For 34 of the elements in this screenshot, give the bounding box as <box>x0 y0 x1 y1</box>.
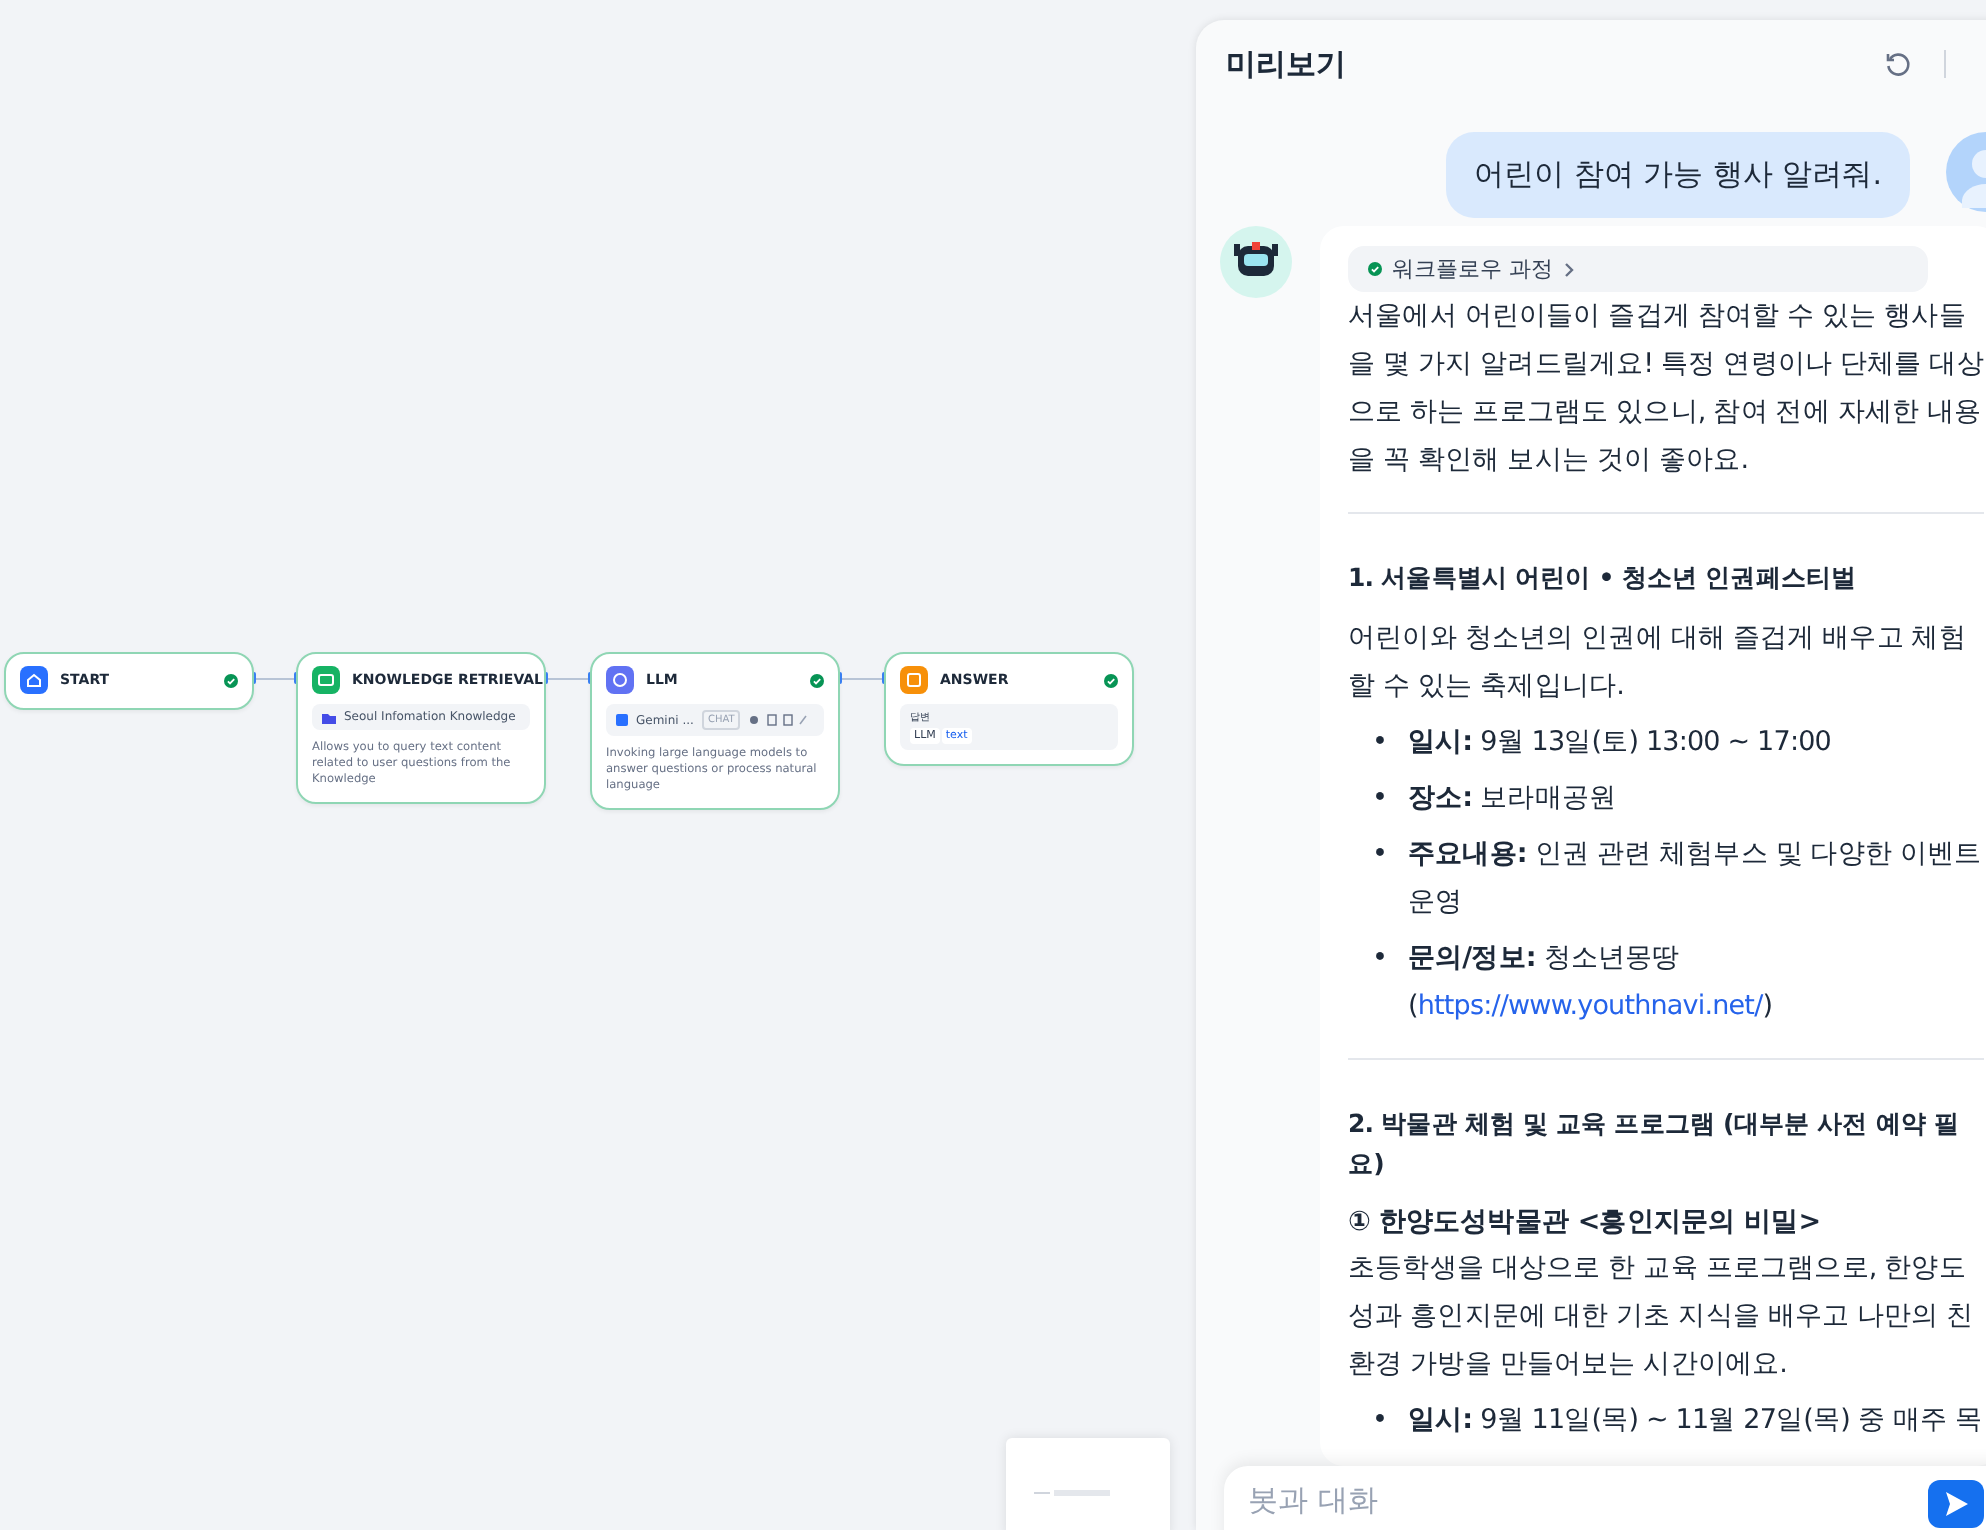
list-item: 일시: 9월 11일(목) ~ 11월 27일(목) 중 매주 목 <box>1407 1402 1984 1440</box>
home-icon <box>20 666 48 694</box>
chat-input[interactable]: 봇과 대화 <box>1224 1466 1986 1530</box>
list-item: 장소: 보라매공원 <box>1407 780 1619 818</box>
link[interactable]: https://www.youthnavi.net/ <box>1417 990 1763 1022</box>
section-heading: 2. 박물관 체험 및 교육 프로그램 (대부분 사전 예약 필요) <box>1348 1106 1962 1182</box>
message-paragraph: 어린이와 청소년의 인권에 대해 즐겁게 배우고 체험할 수 있는 축제입니다. <box>1348 620 1968 706</box>
message-paragraph: 서울에서 어린이들이 즐겁게 참여할 수 있는 행사들을 몇 가지 알려드릴게요! 특정 연령이나 단체를 대상으로 하는 프로그램도 있으니, 참여 전에 자세한 내용을 꼭 확인해 보시는 것이 좋아요. <box>1348 298 1984 480</box>
list-item: 문의/정보: 청소년몽땅 (https://www.youthnavi.net/) <box>1407 940 1775 1026</box>
section-heading: 1. 서울특별시 어린이 • 청소년 인권페스티벌 <box>1348 560 1859 596</box>
folder-icon <box>322 711 336 723</box>
workflow-label: 워크플로우 과정 <box>1392 254 1553 284</box>
tool-icons <box>748 714 809 726</box>
bullet-marker: • <box>1372 1402 1388 1440</box>
success-icon <box>1368 262 1382 276</box>
chevron-right-icon <box>1563 261 1575 277</box>
bullet-marker: • <box>1372 780 1388 818</box>
bullet-marker: • <box>1372 940 1388 978</box>
list-item: 주요내용: 인권 관련 체험부스 및 다양한 이벤트 운영 <box>1407 836 1984 922</box>
bullet-marker: • <box>1372 724 1388 762</box>
refresh-icon[interactable] <box>1884 50 1912 78</box>
workflow-status[interactable]: 워크플로우 과정 <box>1348 246 1928 292</box>
send-icon <box>1942 1490 1970 1518</box>
subsection-heading: ① 한양도성박물관 <흥인지문의 비밀> <box>1348 1204 1823 1242</box>
bullet-marker: • <box>1372 836 1388 874</box>
user-message: 어린이 참여 가능 행사 알려줘. <box>1446 132 1910 218</box>
success-icon <box>1104 673 1118 687</box>
message-paragraph: 초등학생을 대상으로 한 교육 프로그램으로, 한양도성과 흥인지문에 대한 기초 지식을 배우고 나만의 친환경 가방을 만들어보는 시간이에요. <box>1348 1250 1976 1384</box>
list-item: 일시: 9월 13일(토) 13:00 ~ 17:00 <box>1407 724 1833 762</box>
panel-title: 미리보기 <box>1226 45 1348 83</box>
robot-avatar <box>1220 226 1292 298</box>
send-button[interactable] <box>1928 1480 1984 1528</box>
success-icon <box>810 673 824 687</box>
success-icon <box>224 673 238 687</box>
